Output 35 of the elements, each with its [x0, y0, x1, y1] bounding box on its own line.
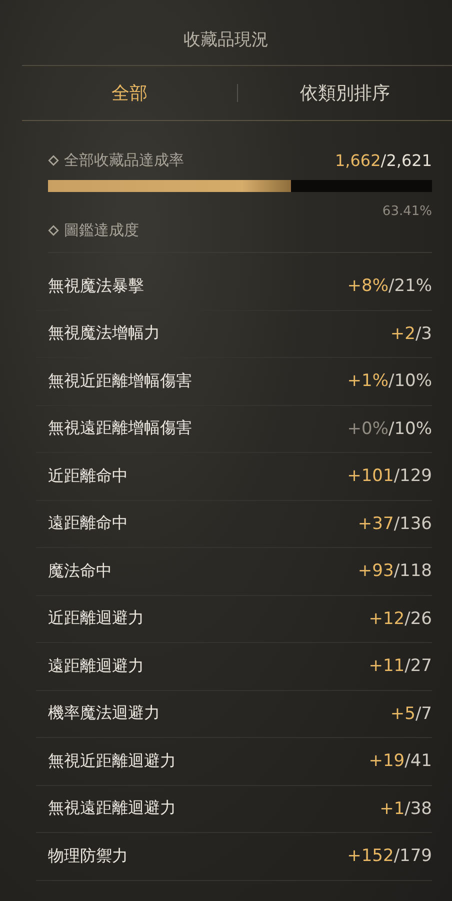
- stat-name: 機率魔法迴避力: [48, 703, 160, 724]
- stat-name: 無視遠距離迴避力: [48, 798, 176, 820]
- stat-name: 無視魔法增幅力: [48, 323, 160, 344]
- stat-value: +37/136: [358, 514, 432, 534]
- stat-value: +12/26: [368, 608, 432, 629]
- stat-value: +8%/21%: [347, 276, 432, 296]
- panel-title: 收藏品現況: [182, 29, 270, 52]
- percent-text: 63.41%: [381, 204, 432, 219]
- stat-value: +93/118: [358, 561, 432, 582]
- stat-value: +1/38: [380, 798, 432, 819]
- stat-value: +11/27: [368, 656, 432, 676]
- section-label: 全部收藏品達成率: [64, 151, 184, 170]
- stat-name: 遠距離迴避力: [48, 656, 144, 677]
- diamond-icon: [48, 155, 59, 166]
- stat-value: +1%/10%: [347, 371, 432, 392]
- stat-name: 無視魔法暴擊: [48, 276, 144, 297]
- section-label: 圖鑑達成度: [64, 221, 139, 240]
- stat-name: 物理防禦力: [48, 846, 128, 867]
- stat-name: 近距離迴避力: [48, 608, 144, 630]
- collection-count: 1,662/2,621: [334, 151, 432, 170]
- stat-value: +101/129: [347, 466, 432, 486]
- stat-name: 近距離命中: [48, 466, 128, 487]
- stat-value: +5/7: [390, 704, 432, 724]
- stat-name: 無視近距離增幅傷害: [48, 370, 192, 392]
- diamond-icon: [48, 225, 59, 236]
- stat-value: +152/179: [347, 846, 432, 866]
- stat-value: +19/41: [368, 751, 432, 772]
- stat-name: 無視遠距離增幅傷害: [48, 418, 192, 440]
- stat-value: +0%/10%: [347, 418, 432, 439]
- tab[interactable]: 全部: [22, 73, 236, 113]
- stat-name: 無視近距離迴避力: [48, 750, 176, 772]
- stat-name: 魔法命中: [48, 560, 112, 582]
- stat-name: 遠距離命中: [48, 513, 128, 534]
- tab[interactable]: 依類別排序: [238, 73, 452, 113]
- stat-value: +2/3: [390, 324, 432, 344]
